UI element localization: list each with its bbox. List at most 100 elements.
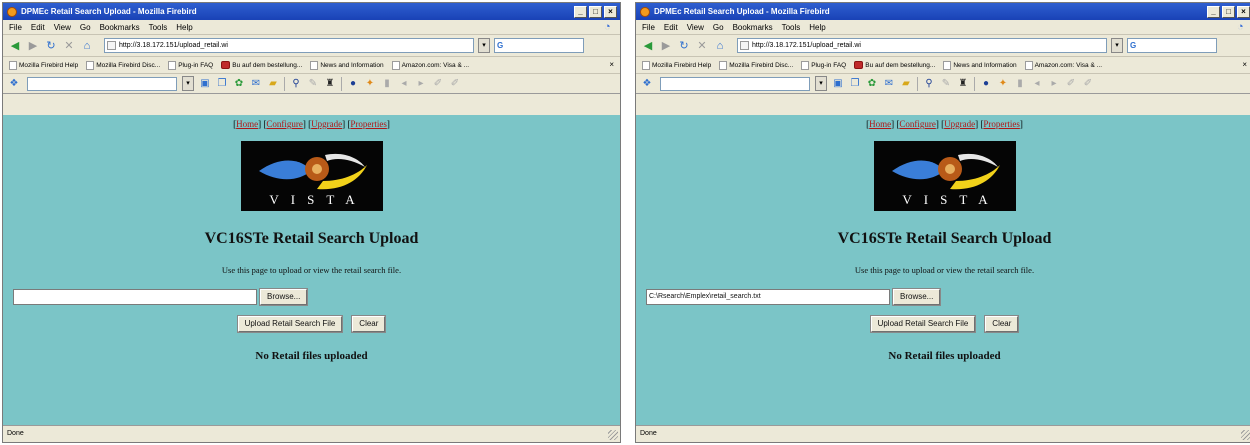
pencil-alt-icon[interactable]: ✐ [449,78,461,90]
bookmark-item[interactable]: Mozilla Firebird Disc... [719,60,793,70]
highlighter-icon[interactable]: ✦ [364,78,376,90]
minimize-button[interactable]: _ [574,5,587,18]
file-path-input[interactable] [13,289,257,305]
copy-icon[interactable]: ❐ [216,78,228,90]
forward-icon[interactable]: ▶ [26,39,40,53]
pencil-icon[interactable]: ✐ [432,78,444,90]
browse-button[interactable]: Browse... [891,288,942,306]
menu-view[interactable]: View [54,23,71,32]
right-arrow-icon[interactable]: ▸ [1048,78,1060,90]
toolbar-menu-icon[interactable]: ❖ [641,78,653,90]
menu-edit[interactable]: Edit [31,23,45,32]
bookmark-item[interactable]: Amazon.com: Visa & ... [1024,60,1102,70]
resize-grip-icon[interactable] [1241,430,1250,440]
stop-icon[interactable]: ✕ [62,39,76,53]
reload-icon[interactable]: ↻ [677,39,691,53]
bookmark-item[interactable]: Mozilla Firebird Help [9,60,78,70]
chat-bubble-icon[interactable]: ✉ [883,78,895,90]
flower-icon[interactable]: ✿ [866,78,878,90]
close-button[interactable]: × [1237,5,1250,18]
chat-bubble-icon[interactable]: ✉ [250,78,262,90]
tools-icon[interactable]: ✎ [307,78,319,90]
maximize-button[interactable]: □ [589,5,602,18]
menu-edit[interactable]: Edit [664,23,678,32]
close-button[interactable]: × [604,5,617,18]
menu-bookmarks[interactable]: Bookmarks [100,23,140,32]
highlighter-icon[interactable]: ✦ [997,78,1009,90]
graduation-cap-icon[interactable]: ♜ [957,78,969,90]
info-icon[interactable]: ● [347,78,359,90]
pencil-alt-icon[interactable]: ✐ [1082,78,1094,90]
bookmark-item[interactable]: Bu auf dem bestellung... [221,61,302,69]
graduation-cap-icon[interactable]: ♜ [324,78,336,90]
nav-properties-link[interactable]: Properties [983,119,1020,129]
menu-view[interactable]: View [687,23,704,32]
nav-configure-link[interactable]: Configure [266,119,303,129]
stop-icon[interactable]: ✕ [695,39,709,53]
bookmark-item[interactable]: Amazon.com: Visa & ... [391,60,469,70]
toolbar-menu-icon[interactable]: ❖ [8,78,20,90]
copy-icon[interactable]: ❐ [849,78,861,90]
left-arrow-icon[interactable]: ◂ [1031,78,1043,90]
bookmark-item[interactable]: News and Information [943,60,1017,70]
left-arrow-icon[interactable]: ◂ [398,78,410,90]
nav-configure-link[interactable]: Configure [899,119,936,129]
bar-icon[interactable]: ▮ [381,78,393,90]
flower-icon[interactable]: ✿ [233,78,245,90]
nav-home-link[interactable]: Home [236,119,258,129]
magnifier-icon[interactable]: ⚲ [290,78,302,90]
address-bar[interactable]: http://3.18.172.151/upload_retail.wi [737,38,1107,53]
back-icon[interactable]: ◀ [641,39,655,53]
browse-button[interactable]: Browse... [258,288,309,306]
search-box[interactable]: G [494,38,584,53]
nav-upgrade-link[interactable]: Upgrade [311,119,342,129]
bookmark-item[interactable]: Plug-in FAQ [168,60,213,70]
resize-grip-icon[interactable] [608,430,618,440]
back-icon[interactable]: ◀ [8,39,22,53]
close-toolbar-icon[interactable]: × [609,60,614,69]
folder-icon[interactable]: ▰ [267,78,279,90]
menu-go[interactable]: Go [713,23,724,32]
menu-help[interactable]: Help [176,23,192,32]
frame-icon[interactable]: ▣ [199,78,211,90]
menu-file[interactable]: File [642,23,655,32]
address-dropdown-button[interactable]: ▾ [478,38,490,53]
magnifier-icon[interactable]: ⚲ [923,78,935,90]
bookmark-item[interactable]: Mozilla Firebird Help [642,60,711,70]
forward-icon[interactable]: ▶ [659,39,673,53]
bookmark-item[interactable]: News and Information [310,60,384,70]
bookmark-item[interactable]: Mozilla Firebird Disc... [86,60,160,70]
maximize-button[interactable]: □ [1222,5,1235,18]
combo-dropdown-button[interactable]: ▾ [815,76,827,91]
info-icon[interactable]: ● [980,78,992,90]
frame-icon[interactable]: ▣ [832,78,844,90]
search-box[interactable]: G [1127,38,1217,53]
pencil-icon[interactable]: ✐ [1065,78,1077,90]
menu-file[interactable]: File [9,23,22,32]
upload-button[interactable]: Upload Retail Search File [236,315,344,333]
menu-go[interactable]: Go [80,23,91,32]
menu-help[interactable]: Help [809,23,825,32]
right-arrow-icon[interactable]: ▸ [415,78,427,90]
toolbar-combo-box[interactable] [660,76,810,91]
bookmark-item[interactable]: Plug-in FAQ [801,60,846,70]
minimize-button[interactable]: _ [1207,5,1220,18]
clear-button[interactable]: Clear [351,315,387,333]
bookmark-item[interactable]: Bu auf dem bestellung... [854,61,935,69]
clear-button[interactable]: Clear [984,315,1020,333]
home-icon[interactable]: ⌂ [80,39,94,53]
reload-icon[interactable]: ↻ [44,39,58,53]
folder-icon[interactable]: ▰ [900,78,912,90]
close-toolbar-icon[interactable]: × [1242,60,1247,69]
nav-properties-link[interactable]: Properties [350,119,387,129]
tools-icon[interactable]: ✎ [940,78,952,90]
toolbar-combo-box[interactable] [27,76,177,91]
menu-bookmarks[interactable]: Bookmarks [733,23,773,32]
home-icon[interactable]: ⌂ [713,39,727,53]
menu-tools[interactable]: Tools [149,23,168,32]
address-bar[interactable]: http://3.18.172.151/upload_retail.wi [104,38,474,53]
menu-tools[interactable]: Tools [782,23,801,32]
bar-icon[interactable]: ▮ [1014,78,1026,90]
combo-dropdown-button[interactable]: ▾ [182,76,194,91]
upload-button[interactable]: Upload Retail Search File [869,315,977,333]
